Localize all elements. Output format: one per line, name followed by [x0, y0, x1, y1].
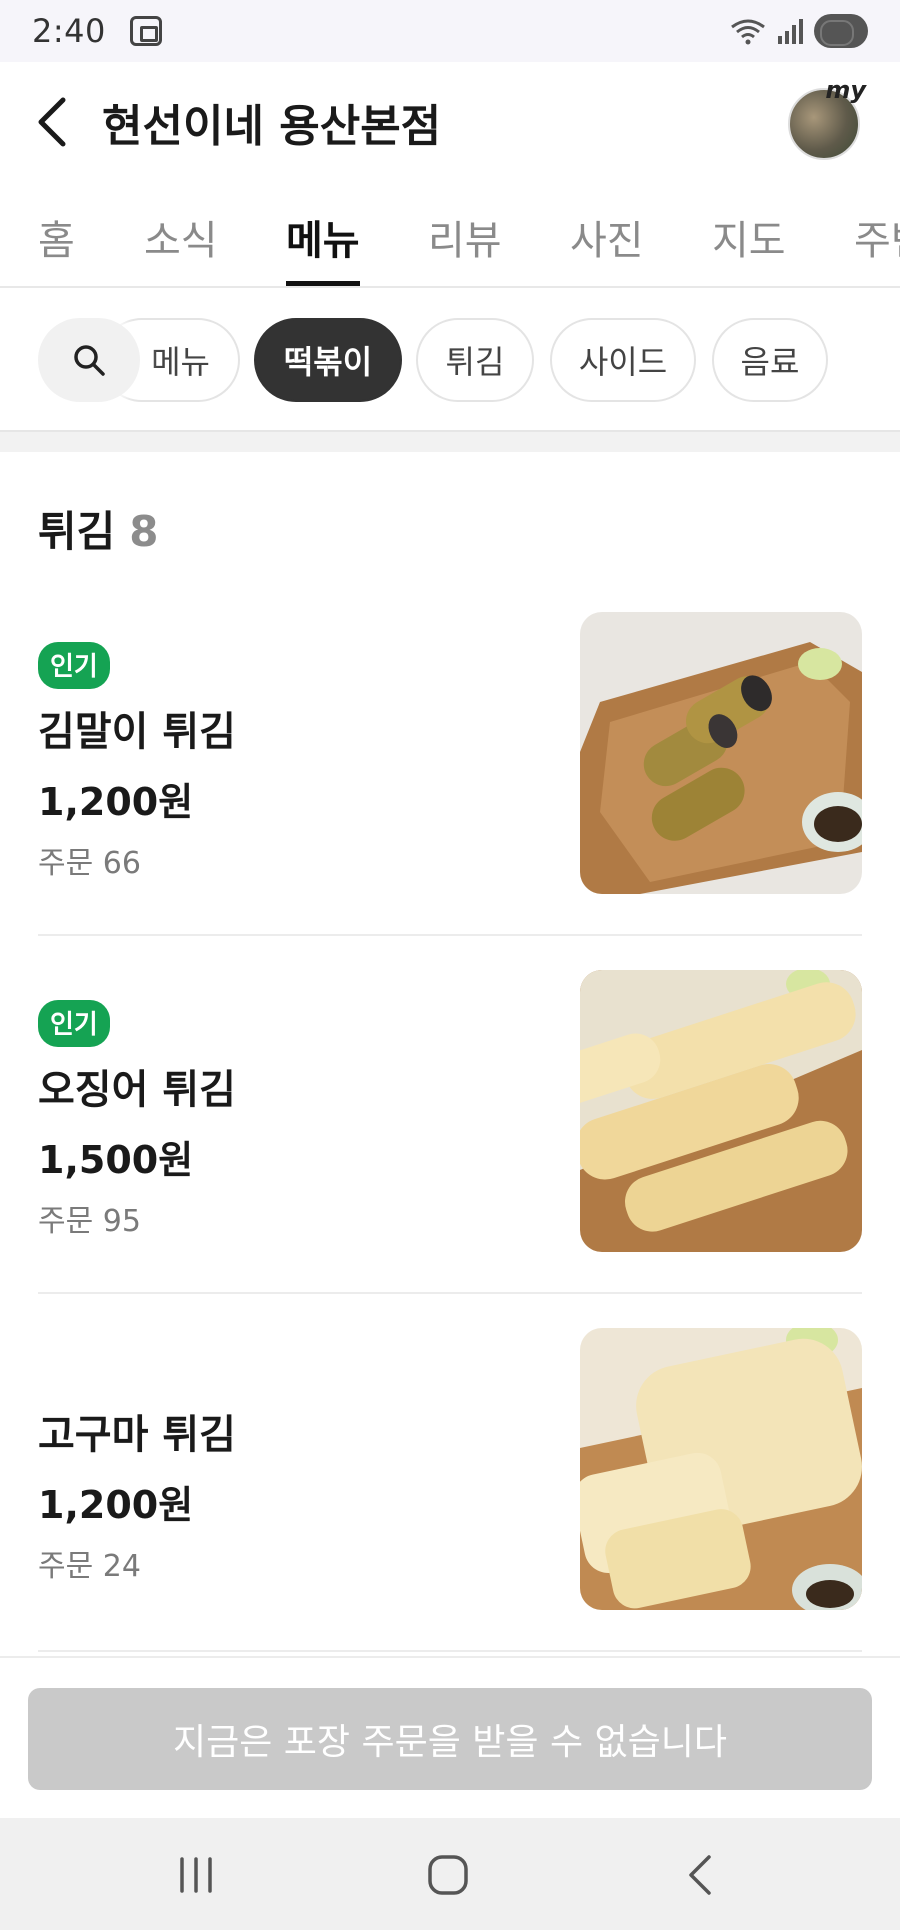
chip-tteokbokki[interactable]: 떡볶이 [254, 318, 402, 402]
menu-item-name: 고구마 튀김 [38, 1412, 236, 1458]
menu-item-photo [580, 1328, 862, 1610]
menu-item-name: 김말이 튀김 [38, 709, 236, 755]
system-nav-bar [0, 1818, 900, 1930]
chip-drinks[interactable]: 음료 [712, 318, 828, 402]
menu-item-text: 고구마 튀김 1,200원 주문 24 [38, 1392, 236, 1585]
chevron-left-icon [38, 97, 66, 147]
chip-twigim[interactable]: 튀김 [416, 318, 534, 402]
tab-nearby[interactable]: 주변 [854, 208, 900, 286]
section-divider [0, 430, 900, 452]
status-icons [730, 14, 868, 48]
tab-news[interactable]: 소식 [144, 208, 218, 286]
store-title: 현선이네 용산본점 [102, 101, 442, 152]
tab-map[interactable]: 지도 [712, 208, 786, 286]
home-button[interactable] [418, 1848, 478, 1902]
header: 현선이네 용산본점 my [0, 62, 900, 182]
status-bar: 2:40 [0, 0, 900, 62]
menu-item-squid[interactable]: 인기 오징어 튀김 1,500원 주문 95 [38, 936, 862, 1294]
category-chip-bar: 메뉴 떡볶이 튀김 사이드 음료 [0, 288, 900, 430]
section-count: 8 [129, 507, 159, 556]
menu-item-price: 1,200원 [38, 1483, 194, 1527]
popular-badge: 인기 [38, 1000, 110, 1047]
back-button[interactable] [32, 94, 72, 150]
search-button[interactable] [38, 318, 140, 402]
tab-menu[interactable]: 메뉴 [286, 208, 360, 286]
menu-item-sweetpotato[interactable]: 고구마 튀김 1,200원 주문 24 [38, 1294, 862, 1652]
back-nav-icon [689, 1855, 711, 1895]
tab-reviews[interactable]: 리뷰 [428, 208, 502, 286]
battery-icon [814, 14, 868, 48]
menu-item-price: 1,500원 [38, 1138, 194, 1182]
order-bar: 지금은 포장 주문을 받을 수 없습니다 [0, 1656, 900, 1818]
wifi-icon [731, 19, 765, 45]
menu-item-orders: 주문 95 [38, 1204, 141, 1239]
tab-photos[interactable]: 사진 [570, 208, 644, 286]
status-time: 2:40 [32, 12, 106, 50]
search-icon [74, 345, 105, 376]
menu-item-orders: 주문 66 [38, 846, 141, 881]
section-heading: 튀김 8 [38, 498, 159, 559]
recent-apps-icon [180, 1857, 212, 1893]
screenshot-icon [129, 16, 162, 46]
menu-item-separator [38, 1650, 862, 1652]
menu-item-text: 인기 김말이 튀김 1,200원 주문 66 [38, 642, 236, 882]
tab-home[interactable]: 홈 [38, 208, 75, 286]
tab-bar: 홈 소식 메뉴 리뷰 사진 지도 주변 [0, 182, 900, 288]
menu-item-name: 오징어 튀김 [38, 1067, 236, 1113]
my-label: my [825, 76, 866, 104]
signal-icon [778, 19, 803, 44]
chip-side[interactable]: 사이드 [550, 318, 696, 402]
menu-item-gimmari[interactable]: 인기 김말이 튀김 1,200원 주문 66 [38, 578, 862, 936]
back-nav-button[interactable] [670, 1848, 730, 1902]
menu-item-photo [580, 970, 862, 1252]
home-icon [428, 1855, 468, 1895]
menu-item-price: 1,200원 [38, 780, 194, 824]
menu-item-photo [580, 612, 862, 894]
section-title: 튀김 [38, 507, 116, 556]
recent-apps-button[interactable] [166, 1848, 226, 1902]
menu-item-orders: 주문 24 [38, 1549, 141, 1584]
popular-badge: 인기 [38, 642, 110, 689]
takeout-order-button[interactable]: 지금은 포장 주문을 받을 수 없습니다 [28, 1688, 872, 1790]
menu-item-text: 인기 오징어 튀김 1,500원 주문 95 [38, 1000, 236, 1240]
